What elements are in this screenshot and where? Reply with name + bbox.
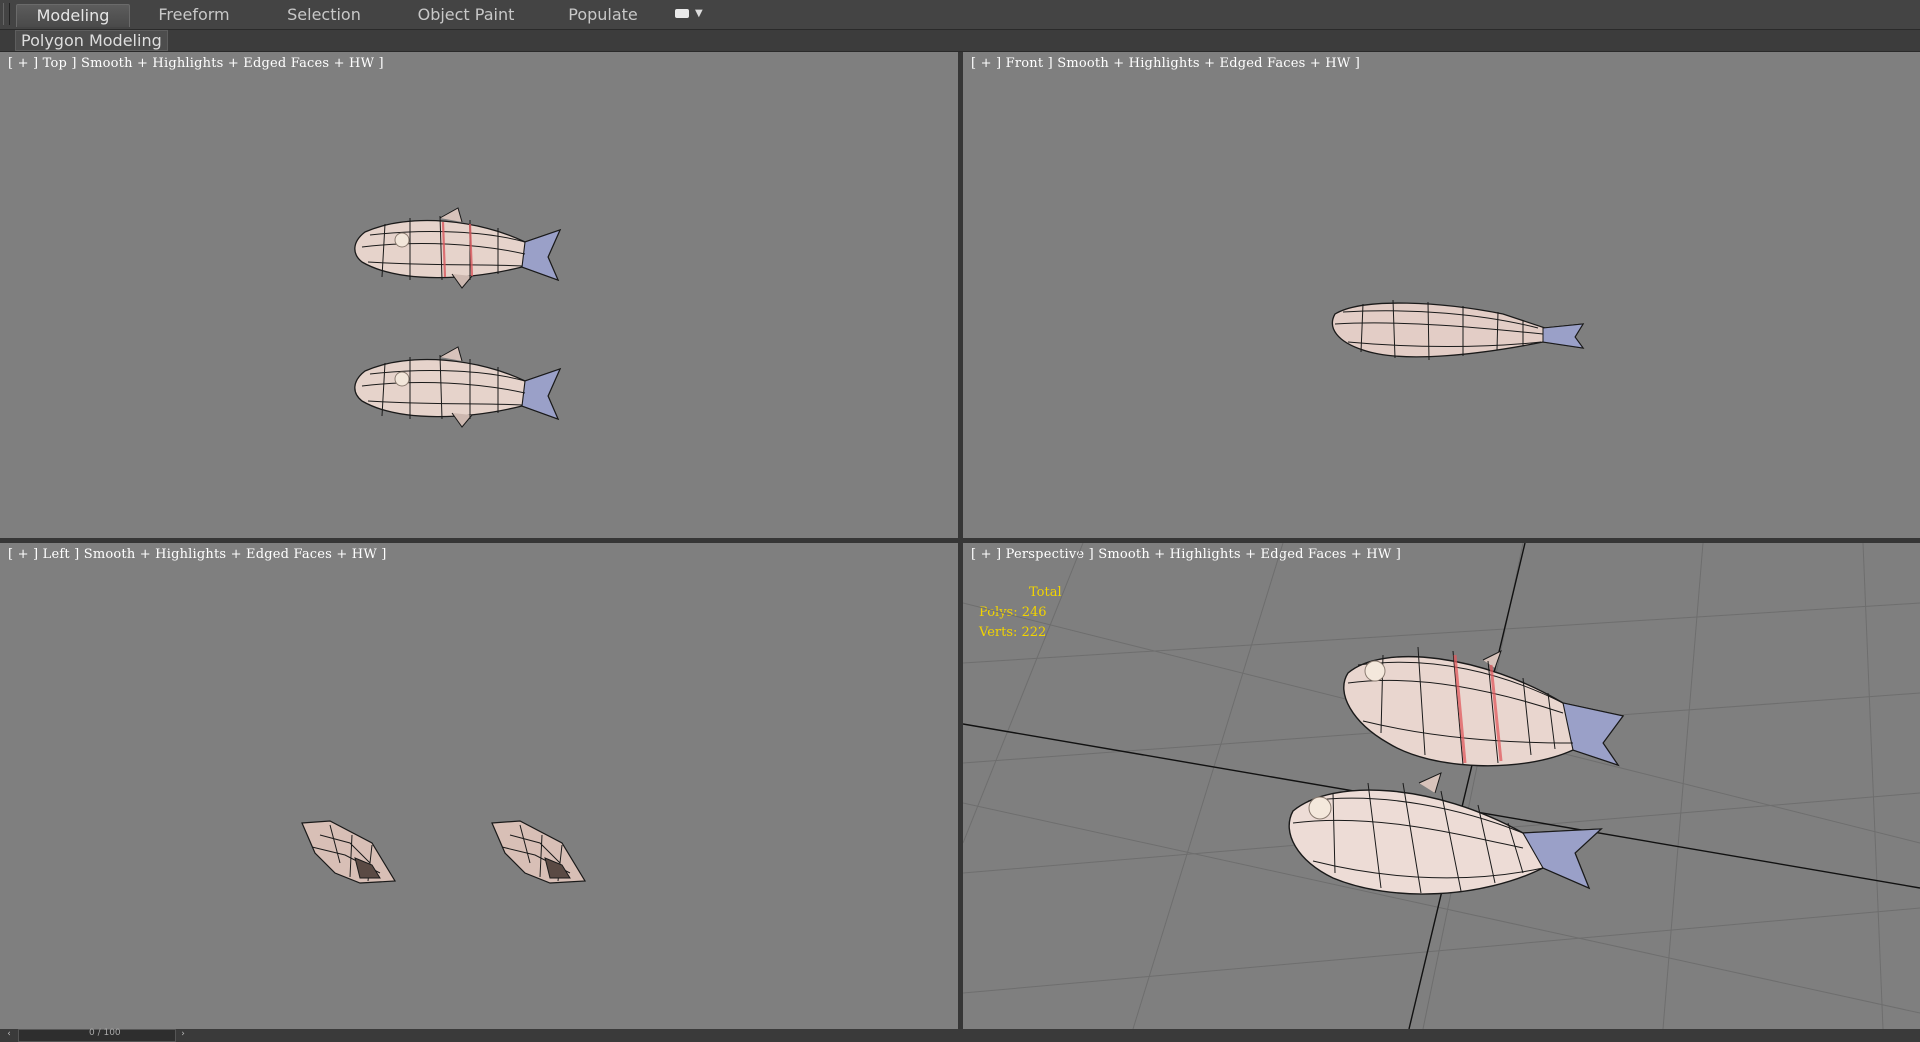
chevron-down-icon: ▼ <box>695 8 703 19</box>
chevron-left-icon[interactable]: ‹ <box>2 1029 16 1040</box>
time-slider-frame: 0 / 100 <box>89 1028 121 1038</box>
viewport-left-scene <box>301 820 587 884</box>
ribbon-tab-bar: Modeling Freeform Selection Object Paint… <box>0 0 1920 30</box>
tab-modeling[interactable]: Modeling <box>16 4 130 27</box>
polygon-modeling-panel-button[interactable]: Polygon Modeling <box>15 30 168 51</box>
time-slider[interactable]: 0 / 100 <box>18 1028 176 1042</box>
tab-selection[interactable]: Selection <box>278 4 370 26</box>
fish-mesh[interactable] <box>301 820 397 884</box>
eye-toggle-icon <box>675 9 689 18</box>
ribbon-grip-handle[interactable] <box>3 3 10 25</box>
fish-mesh[interactable] <box>1288 772 1603 895</box>
world-axes <box>963 543 1920 1029</box>
viewport-front[interactable]: [ + ] Front ] Smooth + Highlights + Edge… <box>963 52 1920 538</box>
tab-populate[interactable]: Populate <box>560 4 646 26</box>
fish-mesh[interactable] <box>491 820 587 884</box>
viewport-perspective[interactable]: [ + ] Perspective ] Smooth + Highlights … <box>963 543 1920 1029</box>
viewport-front-scene <box>1331 299 1585 361</box>
home-grid <box>963 543 1920 1029</box>
viewport-left[interactable]: [ + ] Left ] Smooth + Highlights + Edged… <box>0 543 958 1029</box>
viewport-top[interactable]: [ + ] Top ] Smooth + Highlights + Edged … <box>0 52 958 538</box>
fish-mesh[interactable] <box>1331 299 1585 361</box>
tab-object-paint[interactable]: Object Paint <box>406 4 526 26</box>
fish-mesh[interactable] <box>354 346 562 428</box>
viewport-perspective-scene <box>963 543 1920 1029</box>
chevron-right-icon[interactable]: › <box>176 1029 190 1040</box>
tab-freeform[interactable]: Freeform <box>148 4 240 26</box>
time-slider-bar: ‹ 0 / 100 › <box>0 1028 1920 1042</box>
ribbon-panel: Polygon Modeling <box>0 30 1920 52</box>
ribbon-options-button[interactable]: ▼ <box>673 7 705 23</box>
viewport-horizontal-splitter[interactable] <box>0 538 1920 543</box>
fish-mesh[interactable] <box>354 207 562 289</box>
viewport-top-scene <box>354 207 562 428</box>
fish-mesh[interactable] <box>1343 646 1625 767</box>
